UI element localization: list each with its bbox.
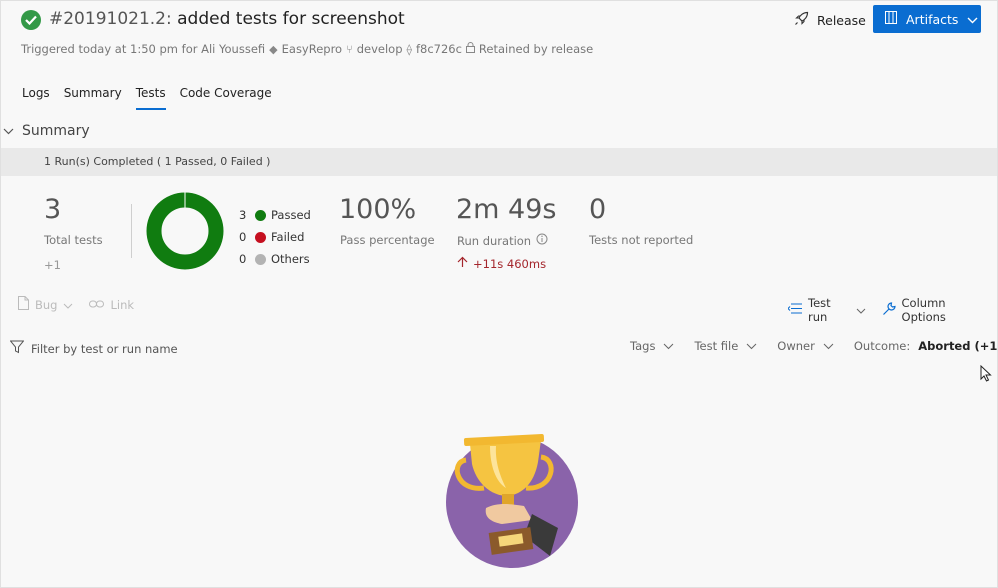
chevron-down-icon [823, 339, 834, 353]
legend-count: 3 [239, 208, 247, 222]
repo-icon: ◆ [269, 42, 278, 56]
toolbar-right: Test run Column Options [787, 296, 998, 324]
others-dot-icon [255, 253, 266, 265]
total-tests-value: 3 [44, 194, 62, 225]
repo-link[interactable]: EasyRepro [282, 42, 342, 56]
run-subline: Triggered today at 1:50 pm for Ali Youss… [21, 42, 593, 56]
artifacts-icon [885, 11, 897, 27]
run-duration-value: 2m 49s [456, 194, 557, 225]
run-number: #20191021.2: [49, 9, 172, 29]
legend-others: 0 Others [239, 248, 311, 270]
outcome-legend: 3 Passed 0 Failed 0 Others [239, 204, 311, 270]
tab-tests[interactable]: Tests [135, 86, 166, 110]
chevron-down-icon [63, 298, 73, 312]
run-name: added tests for screenshot [177, 9, 405, 29]
lock-icon [465, 42, 475, 56]
release-label: Release [817, 12, 866, 28]
link-label: Link [110, 297, 135, 312]
legend-count: 0 [239, 252, 247, 266]
pass-percentage-value: 100% [339, 194, 417, 225]
legend-label: Others [271, 252, 310, 266]
wrench-icon [882, 301, 896, 319]
summary-heading: Summary [22, 123, 90, 139]
total-tests-delta: +1 [44, 258, 61, 272]
summary-toggle[interactable]: Summary [0, 123, 90, 139]
run-duration-label-row: Run duration [457, 233, 548, 248]
failed-dot-icon [255, 231, 266, 243]
chevron-down-icon [967, 12, 978, 27]
run-duration-delta: +11s 460ms [457, 256, 546, 271]
retained-text: Retained by release [478, 42, 594, 56]
run-header: #20191021.2: added tests for screenshot … [0, 0, 998, 70]
file-icon [18, 296, 29, 313]
test-run-label: Test run [808, 296, 831, 324]
artifacts-label: Artifacts [906, 11, 959, 27]
owner-label: Owner [777, 339, 815, 353]
test-file-dropdown[interactable]: Test file [694, 339, 757, 353]
chevron-down-icon [3, 123, 14, 139]
list-icon [787, 303, 802, 317]
tab-bar: Logs Summary Tests Code Coverage [22, 86, 286, 110]
not-reported-value: 0 [589, 194, 607, 225]
arrow-up-icon [457, 256, 468, 271]
run-status-bar: 1 Run(s) Completed ( 1 Passed, 0 Failed … [0, 148, 998, 176]
test-run-dropdown[interactable]: Test run [787, 296, 866, 324]
legend-passed: 3 Passed [239, 204, 311, 226]
link-icon [89, 298, 105, 312]
link-button[interactable]: Link [89, 298, 134, 312]
filter-box[interactable]: Filter by test or run name [9, 340, 178, 357]
legend-count: 0 [239, 230, 247, 244]
commit-icon: ⟠ [406, 42, 412, 56]
filter-icon [9, 340, 25, 357]
donut-passed-segment [146, 192, 224, 270]
owner-dropdown[interactable]: Owner [777, 339, 834, 353]
tags-dropdown[interactable]: Tags [630, 339, 674, 353]
release-button[interactable]: Release [790, 7, 870, 33]
column-options-button[interactable]: Column Options [882, 296, 988, 324]
toolbar-left: Bug Link [18, 296, 144, 313]
success-check-icon [21, 10, 41, 30]
not-reported-label: Tests not reported [589, 233, 694, 247]
run-title: #20191021.2: added tests for screenshot [49, 9, 405, 29]
test-file-label: Test file [694, 339, 739, 353]
outcome-value: Aborted (+1) [918, 339, 998, 353]
run-duration-label: Run duration [457, 233, 532, 248]
bug-label: Bug [35, 297, 58, 312]
info-icon[interactable] [536, 233, 548, 248]
chevron-down-icon [746, 339, 757, 353]
chevron-down-icon [856, 303, 866, 317]
filter-dropdowns: Tags Test file Owner Outcome: Aborted (+… [630, 339, 998, 353]
commit-link[interactable]: f8c726c [416, 42, 462, 56]
triggered-text: Triggered today at 1:50 pm for Ali Youss… [21, 42, 266, 56]
chevron-down-icon [663, 339, 674, 353]
tab-summary[interactable]: Summary [64, 86, 122, 110]
outcome-label: Outcome: [853, 339, 911, 353]
mouse-cursor-icon [980, 364, 992, 386]
legend-label: Failed [271, 230, 305, 244]
metric-divider [131, 204, 132, 258]
tab-code-coverage[interactable]: Code Coverage [180, 86, 272, 110]
outcome-donut-chart [146, 192, 224, 270]
legend-label: Passed [271, 208, 311, 222]
tab-logs[interactable]: Logs [22, 86, 50, 110]
total-tests-label: Total tests [44, 233, 103, 247]
trophy-illustration [446, 434, 578, 568]
rocket-icon [794, 11, 809, 29]
pass-percentage-label: Pass percentage [340, 233, 435, 247]
test-results-page: #20191021.2: added tests for screenshot … [0, 0, 998, 588]
passed-dot-icon [255, 209, 266, 221]
outcome-dropdown[interactable]: Outcome: Aborted (+1) [854, 339, 998, 353]
branch-link[interactable]: develop [357, 42, 403, 56]
tags-label: Tags [630, 339, 656, 353]
branch-icon: ⑂ [346, 42, 353, 56]
bug-button[interactable]: Bug [18, 296, 73, 313]
artifacts-button[interactable]: Artifacts [873, 5, 981, 33]
column-options-label: Column Options [901, 296, 946, 324]
run-duration-delta-text: +11s 460ms [473, 256, 547, 271]
filter-placeholder: Filter by test or run name [31, 341, 178, 356]
legend-failed: 0 Failed [239, 226, 311, 248]
